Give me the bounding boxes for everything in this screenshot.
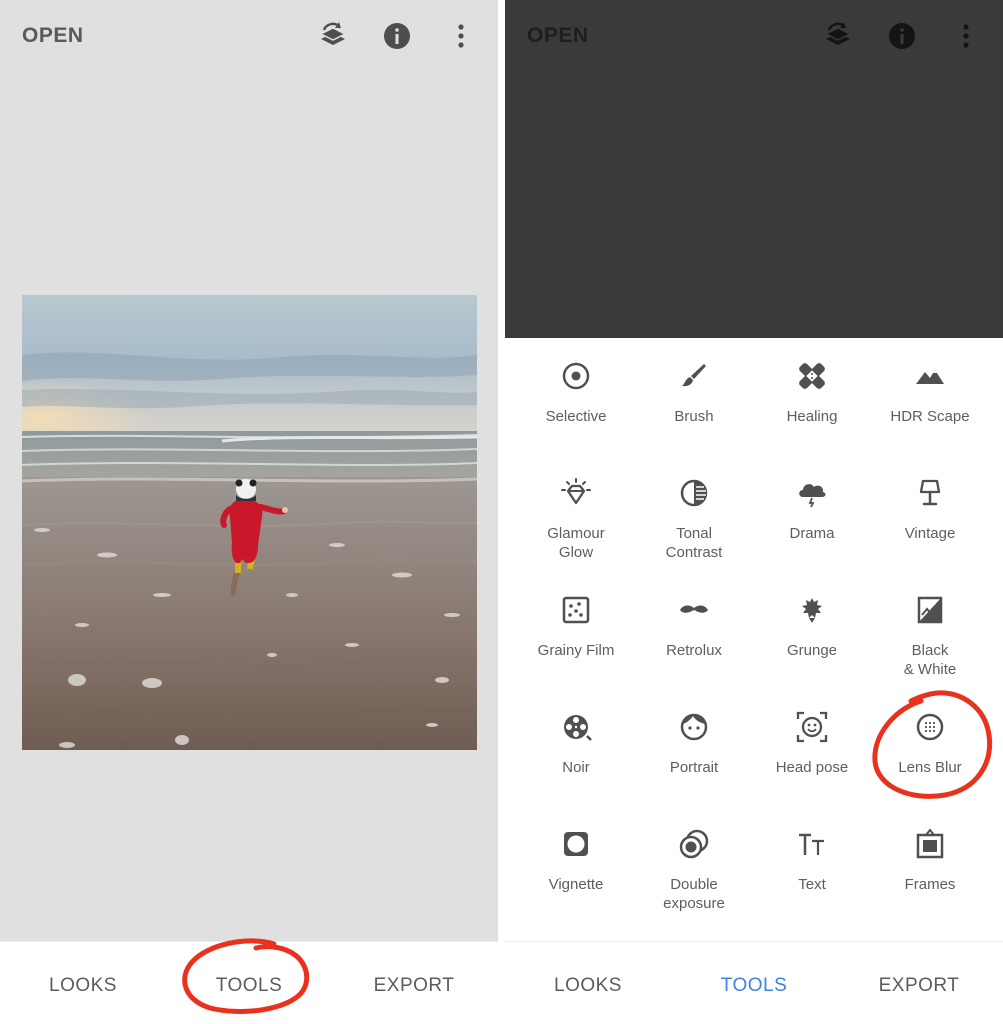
tool-healing[interactable]: Healing [753,359,871,426]
panel-divider [498,0,505,1024]
tool-label: Frames [904,876,956,893]
stack-undo-icon[interactable] [823,21,853,51]
head-pose-icon [795,710,829,744]
tool-selective[interactable]: Selective [517,359,635,426]
glamour-glow-icon [559,476,593,510]
grainy-film-icon [559,593,593,627]
healing-icon [795,359,829,393]
tool-grunge[interactable]: Grunge [753,593,871,660]
tool-text[interactable]: Text [753,827,871,894]
black-white-icon [913,593,947,627]
tool-brush[interactable]: Brush [635,359,753,426]
left-screen: OPEN LOOKS TOOLS EXPORT [0,0,498,1024]
info-icon[interactable] [887,21,917,51]
beach-photo [22,295,477,750]
bottom-nav: LOOKS TOOLS EXPORT [0,941,498,1024]
tool-head-pose[interactable]: Head pose [753,710,871,777]
bottom-nav: LOOKS TOOLS EXPORT [505,941,1003,1024]
tools-grid: Selective Brush Healing HDR Scape Glamou… [505,338,1003,941]
tool-label: Black & White [903,642,957,678]
selective-icon [559,359,593,393]
tool-label: Drama [789,525,835,542]
tool-label: Healing [786,408,838,425]
vintage-icon [913,476,947,510]
double-exposure-icon [677,827,711,861]
portrait-icon [677,710,711,744]
tool-tonal-contrast[interactable]: Tonal Contrast [635,476,753,562]
tool-lens-blur[interactable]: Lens Blur [871,710,989,777]
tool-vintage[interactable]: Vintage [871,476,989,543]
tool-label: Portrait [669,759,719,776]
tonal-contrast-icon [677,476,711,510]
tool-portrait[interactable]: Portrait [635,710,753,777]
stack-undo-icon[interactable] [318,21,348,51]
open-button[interactable]: OPEN [22,24,84,48]
right-screen: OPEN Selective Brush Healing HDR Scape G… [505,0,1003,1024]
tab-export[interactable]: EXPORT [879,975,960,997]
tab-tools[interactable]: TOOLS [721,975,788,997]
tool-noir[interactable]: Noir [517,710,635,777]
tool-double-exposure[interactable]: Double exposure [635,827,753,913]
grunge-icon [795,593,829,627]
top-bar: OPEN [0,0,498,76]
tool-label: Glamour Glow [547,525,605,561]
vignette-icon [559,827,593,861]
hdr-scape-icon [913,359,947,393]
tool-label: Noir [562,759,590,776]
tool-label: Retrolux [666,642,722,659]
tool-retrolux[interactable]: Retrolux [635,593,753,660]
tool-grainy-film[interactable]: Grainy Film [517,593,635,660]
more-options-icon[interactable] [951,21,981,51]
tool-label: Vintage [904,525,956,542]
brush-icon [677,359,711,393]
tool-label: Grainy Film [537,642,615,659]
tool-label: Head pose [775,759,849,776]
tool-label: Selective [545,408,607,425]
tool-drama[interactable]: Drama [753,476,871,543]
tab-tools[interactable]: TOOLS [216,975,283,997]
tool-frames[interactable]: Frames [871,827,989,894]
tab-looks[interactable]: LOOKS [554,975,622,997]
open-button[interactable]: OPEN [527,24,589,48]
info-icon[interactable] [382,21,412,51]
drama-icon [795,476,829,510]
tool-glamour-glow[interactable]: Glamour Glow [517,476,635,562]
more-options-icon[interactable] [446,21,476,51]
tool-label: Brush [674,408,714,425]
tool-label: Grunge [786,642,838,659]
tool-black-white[interactable]: Black & White [871,593,989,679]
text-icon [795,827,829,861]
tool-vignette[interactable]: Vignette [517,827,635,894]
tool-label: Vignette [548,876,604,893]
frames-icon [913,827,947,861]
tool-label: Double exposure [663,876,725,912]
tab-export[interactable]: EXPORT [374,975,455,997]
noir-icon [559,710,593,744]
tab-looks[interactable]: LOOKS [49,975,117,997]
lens-blur-icon [913,710,947,744]
tool-label: Lens Blur [898,759,962,776]
tool-label: Tonal Contrast [665,525,723,561]
tool-label: HDR Scape [890,408,970,425]
top-bar: OPEN [505,0,1003,76]
retrolux-icon [677,593,711,627]
tool-label: Text [798,876,826,893]
tool-hdr-scape[interactable]: HDR Scape [871,359,989,426]
